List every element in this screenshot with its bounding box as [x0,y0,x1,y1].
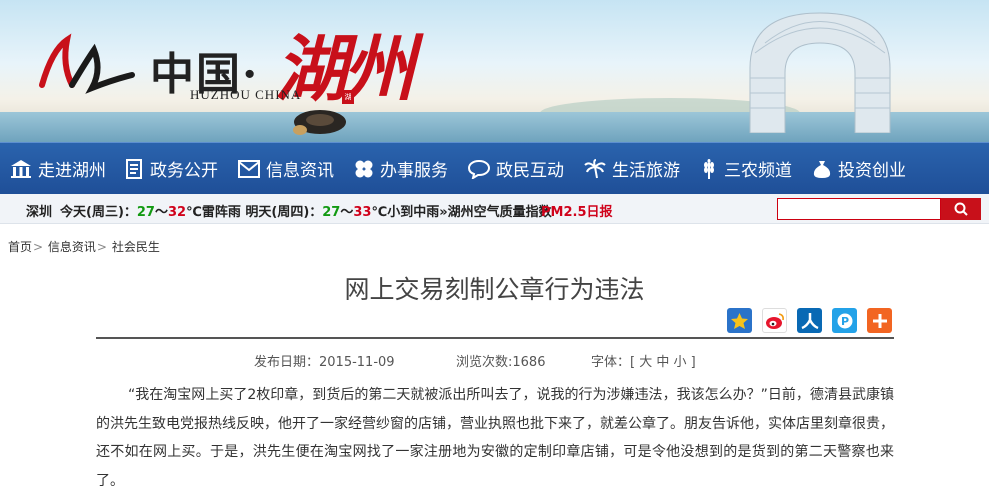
publish-date: 发布日期：2015-11-09 [254,355,395,370]
nav-item-news[interactable]: 信息资讯 [228,143,344,195]
breadcrumb-separator: > [33,240,44,254]
building-icon [11,159,31,178]
inkstone-icon [293,110,346,135]
search-input[interactable] [777,198,941,220]
breadcrumb-separator: > [96,240,107,254]
nav-item-label: 投资创业 [838,161,906,181]
breadcrumb: 首页> 信息资讯> 社会民生 [8,238,160,255]
nav-item-investment[interactable]: 投资创业 [802,143,916,195]
search-icon [954,202,968,216]
share-bar: P [727,308,892,333]
weather-tomorrow-sep: ～ [340,205,354,220]
weather-today-high: 32 [168,205,187,220]
banner-title-english: HUZHOU CHINA [190,87,302,102]
weather-tomorrow-low: 27 [322,205,341,220]
weather-tomorrow-desc: ℃小到中雨 [371,205,440,220]
font-size-selector[interactable]: 字体：[ 大 中 小 ] [591,351,696,370]
nav-item-label: 走进湖州 [38,161,106,181]
more-plus-icon[interactable] [867,308,892,333]
weather-tomorrow-label: 明天(周四)： [245,205,323,220]
pm25-link[interactable]: PM2.5日报 [541,201,613,220]
nav-item-agriculture[interactable]: 三农频道 [690,143,802,195]
nav-item-travel[interactable]: 生活旅游 [574,143,690,195]
nav-item-label: 三农频道 [724,161,792,181]
weather-city: 深圳 [26,205,53,220]
weather-today-label: 今天(周三)： [60,205,137,220]
mail-icon [238,159,260,178]
huzhou-logo-icon [39,33,135,94]
breadcrumb-society[interactable]: 社会民生 [112,240,160,254]
view-count: 浏览次数:1686 [456,355,546,370]
svg-text:P: P [840,315,848,328]
aqi-link[interactable]: »湖州空气质量指数 [439,205,551,220]
nav-item-interaction[interactable]: 政民互动 [458,143,574,195]
wheat-icon [704,158,714,179]
renren-icon[interactable] [797,308,822,333]
nav-item-label: 政民互动 [496,161,564,181]
title-divider [96,337,894,339]
qzone-star-icon[interactable] [727,308,752,333]
breadcrumb-home[interactable]: 首页 [8,240,32,254]
article-body: “我在淘宝网上买了2枚印章，到货后的第二天就被派出所叫去了，说我的行为涉嫌违法，… [96,387,894,489]
nav-item-about[interactable]: 走进湖州 [0,143,116,195]
palm-tree-icon [584,158,606,178]
nav-item-label: 政务公开 [150,161,218,181]
document-icon [126,158,142,179]
chat-icon [468,159,490,179]
clover-icon [355,160,373,177]
weather-today-sep: ～ [154,205,168,220]
pengyou-icon[interactable]: P [832,308,857,333]
weather-today-desc: ℃雷阵雨 [186,205,241,220]
nav-item-label: 生活旅游 [612,161,680,181]
weather-today-low: 27 [136,205,155,220]
header-banner: 中国· 湖州 HUZHOU CHINA 湖 [0,0,989,142]
sheraton-hotel-icon [749,12,891,133]
article-title: 网上交易刻制公章行为违法 [344,275,645,304]
weather-forecast: 今天(周三)：27～32℃雷阵雨 明天(周四)：27～33℃小到中雨»湖州空气质… [60,201,552,220]
money-bag-icon [813,160,831,178]
search-button[interactable] [941,198,981,220]
nav-item-services[interactable]: 办事服务 [344,143,458,195]
nav-item-label: 信息资讯 [266,161,334,181]
breadcrumb-news[interactable]: 信息资讯 [48,240,96,254]
weibo-icon[interactable] [762,308,787,333]
nav-item-label: 办事服务 [380,161,448,181]
main-nav: 走进湖州 政务公开 信息资讯 办事服务 政民互动 生活旅游 三农频道 投资创业 [0,142,989,194]
nav-item-gov-affairs[interactable]: 政务公开 [116,143,228,195]
weather-tomorrow-high: 33 [353,205,372,220]
